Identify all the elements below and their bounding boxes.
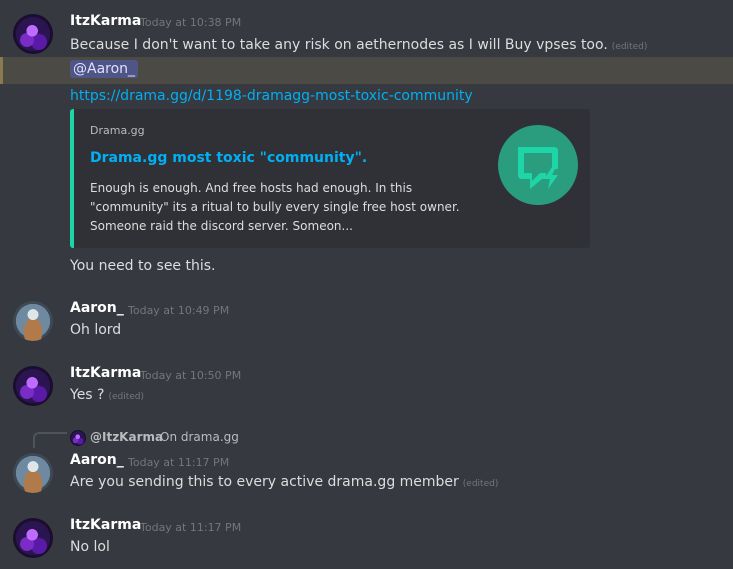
reply-author[interactable]: @ItzKarma [90, 430, 163, 444]
message-link[interactable]: https://drama.gg/d/1198-dramagg-most-tox… [70, 88, 473, 104]
avatar[interactable] [13, 301, 53, 341]
timestamp: Today at 10:49 PM [128, 304, 230, 317]
edited-tag: (edited) [611, 42, 648, 52]
chat-bubble-lightning-icon [518, 147, 558, 189]
user-mention[interactable]: @Aaron_ [70, 60, 139, 78]
embed-title[interactable]: Drama.gg most toxic "community". [90, 150, 367, 166]
reply-avatar[interactable] [70, 430, 86, 446]
edited-tag: (edited) [462, 479, 499, 489]
reply-connector [33, 432, 67, 448]
link-embed: Drama.gg Drama.gg most toxic "community"… [70, 109, 590, 248]
author-name[interactable]: ItzKarma [70, 517, 141, 533]
author-name[interactable]: ItzKarma [70, 13, 141, 29]
message-text: You need to see this. [70, 258, 216, 274]
message-text: Yes ? (edited) [70, 387, 144, 403]
edited-tag: (edited) [108, 392, 145, 402]
embed-thumbnail[interactable] [498, 125, 578, 205]
avatar[interactable] [13, 14, 53, 54]
author-name[interactable]: Aaron_ [70, 452, 124, 468]
avatar[interactable] [13, 366, 53, 406]
avatar[interactable] [13, 518, 53, 558]
message-content: Are you sending this to every active dra… [70, 474, 459, 490]
message-text: Oh lord [70, 322, 122, 338]
message-text: Because I don't want to take any risk on… [70, 37, 647, 53]
timestamp: Today at 10:38 PM [140, 16, 242, 29]
timestamp: Today at 10:50 PM [140, 369, 242, 382]
message-content: Yes ? [70, 387, 105, 403]
author-name[interactable]: Aaron_ [70, 300, 124, 316]
reply-preview[interactable]: On drama.gg [160, 430, 239, 444]
embed-description: Enough is enough. And free hosts had eno… [90, 181, 460, 233]
author-name[interactable]: ItzKarma [70, 365, 141, 381]
timestamp: Today at 11:17 PM [128, 456, 230, 469]
embed-provider[interactable]: Drama.gg [90, 124, 145, 137]
avatar[interactable] [13, 453, 53, 493]
timestamp: Today at 11:17 PM [140, 521, 242, 534]
message-text: No lol [70, 539, 110, 555]
message-content: Because I don't want to take any risk on… [70, 37, 608, 53]
message-text: Are you sending this to every active dra… [70, 474, 498, 490]
